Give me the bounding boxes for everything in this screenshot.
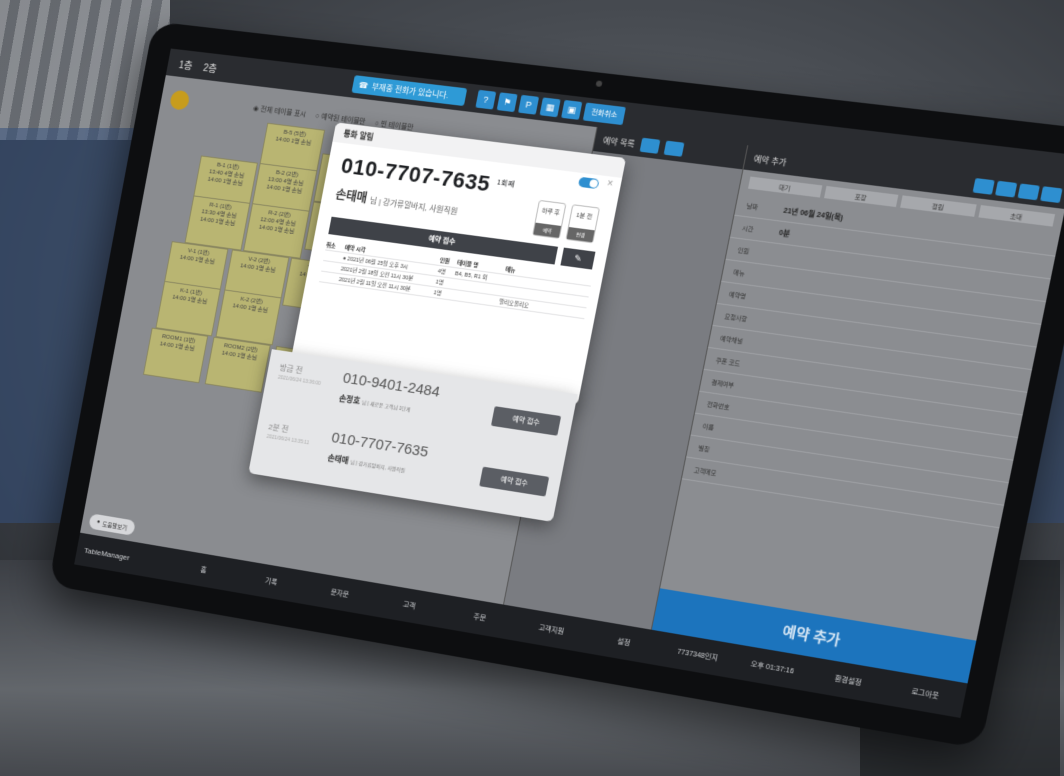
form-label: 별칭 (698, 443, 736, 457)
nav-sms[interactable]: 문자문 (304, 583, 375, 604)
form-label: 이름 (702, 421, 740, 435)
form-label: 메뉴 (733, 267, 772, 281)
nav-customer[interactable]: 고객 (373, 595, 445, 617)
nav-order[interactable]: 주문 (443, 607, 516, 629)
tab-garden[interactable]: 정원 (900, 195, 976, 216)
form-label: 쿠폰 코드 (715, 355, 753, 369)
alert-toggle[interactable] (578, 177, 600, 189)
bell-icon[interactable]: ⚑ (497, 92, 518, 112)
call-time: 방금 전 2021/06/24 13:36:00 (277, 362, 323, 387)
table-tile[interactable]: ROOM1 (1번) 14:00 1명 손님 (143, 328, 208, 384)
chat-icon: ● (96, 519, 100, 525)
table-cell: 1명 (435, 278, 454, 288)
nav-history[interactable]: 기록 (236, 571, 306, 592)
search-icon[interactable] (639, 138, 660, 154)
nav-clock: 오후 01:37:16 (734, 656, 811, 679)
form-label: 예약채널 (719, 333, 757, 347)
cancel-call-button[interactable]: 전화취소 (583, 103, 626, 126)
form-label: 전화번호 (706, 399, 744, 413)
form-value[interactable]: 21년 06월 24일(목) (783, 205, 845, 223)
tab-floor-1[interactable]: 1층 (178, 56, 194, 72)
notice-text: 부재중 전화가 있습니다. (371, 81, 450, 101)
call-time: 2분 전 2021/06/24 13:35:11 (266, 421, 312, 446)
table-tile[interactable]: ROOM2 (2번) 14:00 1명 손님 (205, 337, 271, 393)
nav-support[interactable]: 고객지원 (514, 619, 588, 641)
tab-floor-2[interactable]: 2층 (202, 59, 218, 75)
logo-icon (169, 90, 191, 111)
parking-icon[interactable]: P (518, 95, 539, 115)
radio-all[interactable]: ◉ 전체 테이블 표시 (252, 103, 307, 119)
call-icon[interactable] (973, 178, 995, 195)
table-tile[interactable]: K-1 (1번) 14:00 1명 손님 (155, 281, 220, 337)
table-cell: 4명 (437, 267, 456, 277)
call-reserve-button[interactable]: 예약 접수 (491, 406, 561, 436)
form-label: 요청사항 (724, 311, 762, 325)
brand-label: TableManager (76, 544, 171, 568)
chevron-left-icon[interactable] (1018, 183, 1040, 200)
chevron-right-icon[interactable] (1040, 186, 1062, 203)
close-icon[interactable]: × (606, 178, 614, 190)
table-cell (324, 255, 343, 258)
table-cell (453, 284, 501, 291)
call-count-badge: 1회째 (496, 179, 515, 188)
panel-title: 예약 추가 (753, 153, 788, 168)
form-label: 예약명 (728, 289, 767, 303)
tab-wait[interactable]: 대기 (748, 177, 822, 198)
history-card-1[interactable]: 하루 후 예약 (532, 200, 566, 239)
photo-scene: 1층 2층 ☎ 부재중 전화가 있습니다. ? ⚑ P ▦ ▣ 전화취소 ◉ 전… (0, 0, 1064, 776)
calendar-icon[interactable]: ▣ (561, 100, 582, 120)
call-name: 손정호 님 | 새로운 고객님 1단계 (338, 393, 411, 414)
history-card-2[interactable]: 1분 전 변경 (565, 204, 600, 243)
nav-logout[interactable]: 로그아웃 (885, 682, 965, 705)
table-tile[interactable]: R-2 (2번) 12:00 4명 손님 14:00 1명 손님 (243, 203, 310, 259)
help-button[interactable]: ● 도움말보기 (88, 513, 136, 536)
nav-home[interactable]: 홈 (169, 560, 238, 581)
table-cell: 1명 (433, 288, 452, 298)
phone-icon: ☎ (358, 80, 369, 90)
form-label: 고객메모 (693, 465, 731, 480)
tab-invite[interactable]: 초대 (978, 205, 1055, 227)
form-label: 날짜 (746, 201, 785, 215)
nav-store-id: 7737348인지 (660, 644, 736, 667)
table-cell (320, 276, 339, 279)
tab-takeout[interactable]: 포장 (824, 186, 899, 207)
table-cell (322, 266, 341, 269)
nav-preferences[interactable]: 환경설정 (809, 669, 887, 692)
nav-settings[interactable]: 설정 (586, 631, 661, 653)
call-reserve-button[interactable]: 예약 접수 (479, 467, 549, 497)
print-icon[interactable] (663, 141, 684, 157)
memo-icon[interactable]: ✎ (560, 248, 595, 270)
grid-icon[interactable]: ▦ (540, 97, 561, 117)
help-icon[interactable]: ? (475, 90, 496, 110)
table-cell (451, 295, 499, 302)
form-value[interactable]: 0분 (778, 227, 791, 238)
form-label: 결제여부 (711, 377, 749, 391)
table-tile[interactable]: K-2 (2번) 14:00 1명 손님 (215, 289, 281, 345)
save-icon[interactable] (995, 181, 1017, 198)
table-tile[interactable]: R-1 (1번) 13:30 4명 손님 14:00 1명 손님 (185, 195, 251, 250)
list-title: 예약 목록 (602, 135, 636, 150)
form-label: 인원 (737, 245, 776, 259)
form-label: 시간 (741, 223, 780, 237)
